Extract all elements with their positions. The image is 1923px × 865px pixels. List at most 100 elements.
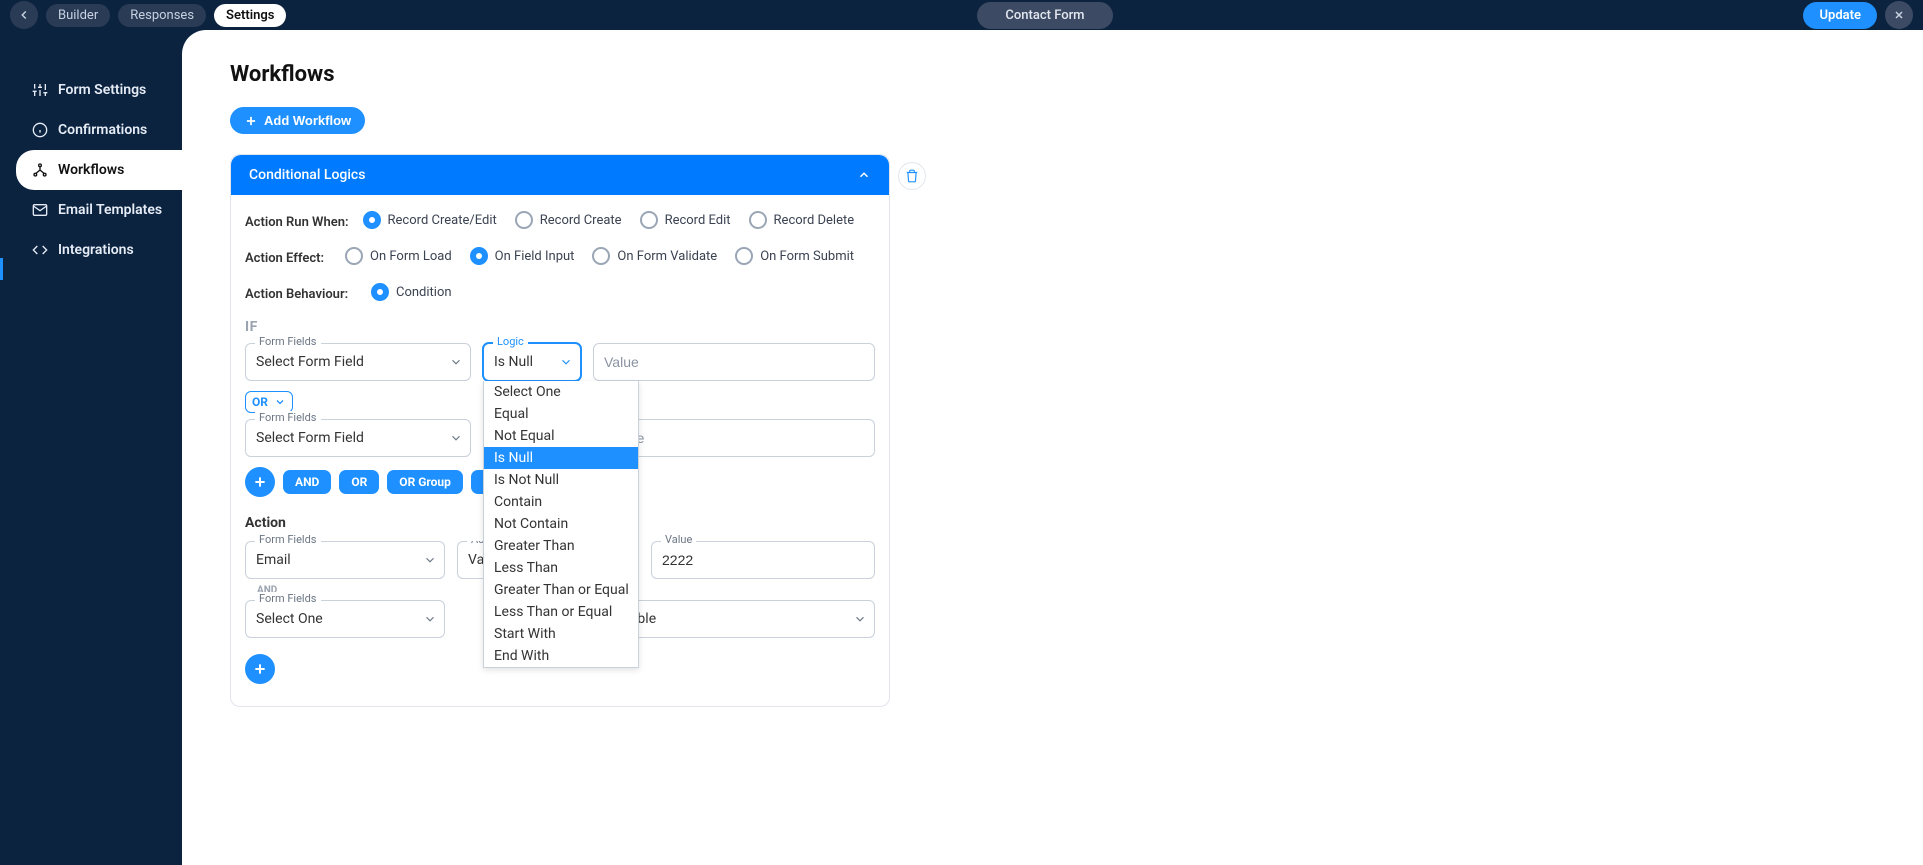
logic-label: Logic: [493, 335, 528, 348]
form-fields-label: Form Fields: [255, 533, 321, 546]
logic-option[interactable]: Less Than: [484, 557, 638, 579]
action-value-label: Value: [661, 533, 696, 546]
sidebar-item-label: Form Settings: [58, 82, 146, 98]
run-when-label: Action Run When:: [245, 215, 349, 230]
logic-option[interactable]: Greater Than: [484, 535, 638, 557]
radio-label: On Form Submit: [760, 249, 854, 264]
info-icon: [32, 122, 48, 138]
sidebar-item-label: Integrations: [58, 242, 134, 258]
effect-radio-2[interactable]: On Form Validate: [592, 247, 717, 265]
radio-dot-icon: [735, 247, 753, 265]
radio-dot-icon: [363, 211, 381, 229]
add-condition-button[interactable]: [245, 467, 275, 497]
action-form-field-select-1[interactable]: Email: [245, 541, 445, 579]
form-fields-label: Form Fields: [255, 335, 321, 348]
action-form-field-select-2[interactable]: Select One: [245, 600, 445, 638]
card-header[interactable]: Conditional Logics: [231, 155, 889, 195]
run-when-radio-3[interactable]: Record Delete: [749, 211, 855, 229]
radio-label: Condition: [396, 285, 452, 300]
radio-label: Record Delete: [774, 213, 855, 228]
effect-label: Action Effect:: [245, 251, 331, 266]
form-fields-label: Form Fields: [255, 411, 321, 424]
tab-responses[interactable]: Responses: [118, 4, 206, 27]
logic-option[interactable]: Not Contain: [484, 513, 638, 535]
behaviour-label: Action Behaviour:: [245, 287, 357, 302]
radio-label: On Form Validate: [617, 249, 717, 264]
radio-label: Record Edit: [665, 213, 731, 228]
action-value-input-1[interactable]: [651, 541, 875, 579]
logic-option[interactable]: Greater Than or Equal: [484, 579, 638, 601]
back-button[interactable]: [10, 1, 38, 29]
add-workflow-button[interactable]: Add Workflow: [230, 107, 365, 134]
topbar: Builder Responses Settings Contact Form …: [0, 0, 1923, 30]
effect-radio-1[interactable]: On Field Input: [470, 247, 575, 265]
card-header-title: Conditional Logics: [249, 167, 365, 183]
radio-dot-icon: [470, 247, 488, 265]
or-group-button[interactable]: OR Group: [387, 470, 463, 494]
run-when-radio-2[interactable]: Record Edit: [640, 211, 731, 229]
run-when-radio-1[interactable]: Record Create: [515, 211, 622, 229]
logic-option[interactable]: Equal: [484, 403, 638, 425]
radio-label: Record Create: [540, 213, 622, 228]
behaviour-radio-0[interactable]: Condition: [371, 283, 452, 301]
flow-icon: [32, 162, 48, 178]
tab-builder[interactable]: Builder: [46, 4, 110, 27]
plus-icon: [252, 474, 268, 490]
code-icon: [32, 242, 48, 258]
form-fields-label: Form Fields: [255, 592, 321, 605]
if-heading: IF: [245, 319, 875, 335]
sidebar-item-workflows[interactable]: Workflows: [16, 150, 182, 190]
radio-dot-icon: [592, 247, 610, 265]
delete-workflow-button[interactable]: [898, 162, 926, 190]
trash-icon: [905, 169, 919, 183]
logic-option[interactable]: Contain: [484, 491, 638, 513]
or-connector-pill[interactable]: OR: [245, 391, 293, 413]
sidebar-item-form-settings[interactable]: Form Settings: [0, 70, 182, 110]
and-button[interactable]: AND: [283, 470, 331, 494]
update-button[interactable]: Update: [1803, 2, 1877, 29]
add-workflow-label: Add Workflow: [264, 113, 351, 128]
logic-option[interactable]: Start With: [484, 623, 638, 645]
chevron-up-icon: [857, 168, 871, 182]
logic-option[interactable]: Less Than or Equal: [484, 601, 638, 623]
effect-radio-3[interactable]: On Form Submit: [735, 247, 854, 265]
radio-dot-icon: [749, 211, 767, 229]
radio-dot-icon: [515, 211, 533, 229]
logic-option[interactable]: Is Null: [484, 447, 638, 469]
radio-label: On Form Load: [370, 249, 452, 264]
chevron-down-icon: [274, 396, 286, 408]
radio-dot-icon: [640, 211, 658, 229]
arrow-left-icon: [17, 8, 31, 22]
logic-option[interactable]: End With: [484, 645, 638, 667]
add-action-button[interactable]: [245, 654, 275, 684]
sidebar-item-label: Email Templates: [58, 202, 162, 218]
logic-option[interactable]: Not Equal: [484, 425, 638, 447]
mail-icon: [32, 202, 48, 218]
sidebar-item-confirmations[interactable]: Confirmations: [0, 110, 182, 150]
main-content: Workflows Add Workflow Conditional Logic…: [182, 30, 1923, 865]
if-form-field-select-1[interactable]: Select Form Field: [245, 343, 471, 381]
radio-dot-icon: [345, 247, 363, 265]
logic-dropdown-menu[interactable]: Select OneEqualNot EqualIs NullIs Not Nu…: [483, 381, 639, 668]
sidebar-item-label: Workflows: [58, 162, 124, 178]
radio-label: On Field Input: [495, 249, 575, 264]
logic-option[interactable]: Select One: [484, 381, 638, 403]
run-when-radio-0[interactable]: Record Create/Edit: [363, 211, 497, 229]
if-logic-select-1[interactable]: Is Null: [483, 343, 581, 381]
effect-radio-0[interactable]: On Form Load: [345, 247, 452, 265]
logic-option[interactable]: Is Not Null: [484, 469, 638, 491]
plus-icon: [252, 661, 268, 677]
sidebar-item-email-templates[interactable]: Email Templates: [0, 190, 182, 230]
radio-dot-icon: [371, 283, 389, 301]
form-title-pill: Contact Form: [977, 2, 1112, 29]
close-button[interactable]: [1885, 1, 1913, 29]
workflow-card: Conditional Logics Action Run When: Reco…: [230, 154, 890, 707]
if-value-input-1[interactable]: [593, 343, 875, 381]
tab-settings[interactable]: Settings: [214, 4, 286, 27]
sidebar-item-integrations[interactable]: Integrations: [0, 230, 182, 270]
or-button[interactable]: OR: [339, 470, 379, 494]
page-title: Workflows: [230, 62, 1875, 87]
sidebar: Form Settings Confirmations Workflows Em…: [0, 30, 182, 865]
if-form-field-select-2[interactable]: Select Form Field: [245, 419, 471, 457]
action-value-select-2[interactable]: Disable: [599, 600, 875, 638]
